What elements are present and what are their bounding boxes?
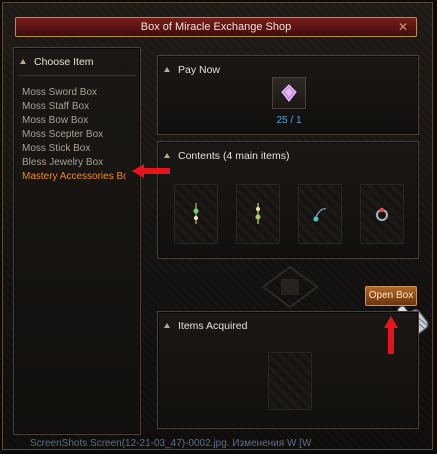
item-list: Moss Sword Box Moss Staff Box Moss Bow B… — [22, 86, 126, 184]
list-item[interactable]: Moss Stick Box — [22, 142, 126, 156]
necklace-icon — [193, 203, 199, 224]
list-item-selected[interactable]: Mastery Accessories Bo — [22, 170, 126, 184]
pay-item-slot[interactable] — [272, 77, 306, 109]
content-slot[interactable] — [236, 184, 280, 244]
acquired-slot[interactable] — [268, 352, 312, 410]
contents-header: Contents (4 main items) — [164, 150, 289, 162]
bullet-icon — [20, 59, 26, 64]
annotation-arrow-left — [132, 164, 170, 178]
bullet-icon — [164, 323, 170, 328]
window-title: Box of Miracle Exchange Shop — [140, 21, 292, 33]
contents-label: Contents (4 main items) — [178, 150, 290, 162]
choose-item-header: Choose Item — [20, 56, 94, 68]
contents-panel: Contents (4 main items) — [157, 141, 419, 259]
bullet-icon — [164, 67, 170, 72]
content-slot[interactable] — [174, 184, 218, 244]
exchange-shop-window: Box of Miracle Exchange Shop ✕ Choose It… — [2, 2, 433, 450]
bullet-icon — [164, 153, 170, 158]
pay-now-header: Pay Now — [164, 64, 220, 76]
items-acquired-panel: Items Acquired — [157, 311, 419, 429]
close-icon[interactable]: ✕ — [396, 20, 410, 34]
list-item[interactable]: Bless Jewelry Box — [22, 156, 126, 170]
pay-count: 25 / 1 — [276, 115, 302, 126]
decorative-emblem — [261, 265, 319, 309]
content-slot[interactable] — [360, 184, 404, 244]
pay-now-panel: Pay Now 25 / 1 — [157, 55, 419, 135]
necklace-icon — [255, 203, 261, 224]
background-caption: ScreenShots Screen(12-21-03_47)-0002.jpg… — [30, 438, 312, 449]
items-acquired-header: Items Acquired — [164, 320, 247, 332]
list-item[interactable]: Moss Sword Box — [22, 86, 126, 100]
choose-item-panel: Choose Item Moss Sword Box Moss Staff Bo… — [13, 47, 141, 435]
ring-icon — [376, 207, 388, 221]
content-slot[interactable] — [298, 184, 342, 244]
jewel-icon — [281, 84, 297, 102]
choose-item-label: Choose Item — [34, 56, 94, 68]
list-item[interactable]: Moss Bow Box — [22, 114, 126, 128]
pendant-icon — [313, 208, 327, 222]
items-acquired-label: Items Acquired — [178, 320, 248, 332]
divider — [18, 75, 136, 76]
pay-now-label: Pay Now — [178, 64, 221, 76]
title-bar[interactable]: Box of Miracle Exchange Shop ✕ — [15, 17, 417, 37]
annotation-arrow-up — [384, 316, 398, 354]
list-item[interactable]: Moss Scepter Box — [22, 128, 126, 142]
list-item[interactable]: Moss Staff Box — [22, 100, 126, 114]
